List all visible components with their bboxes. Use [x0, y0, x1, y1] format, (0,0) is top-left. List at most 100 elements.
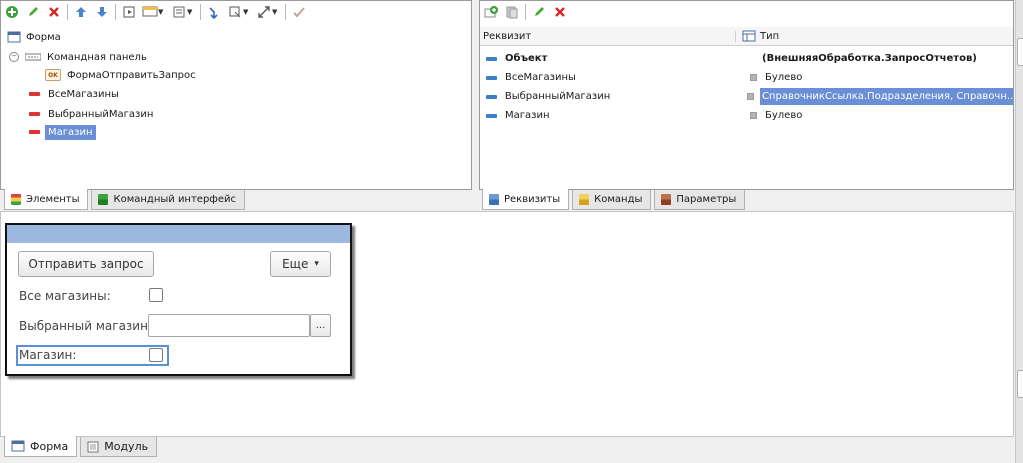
- tab-form[interactable]: Форма: [4, 436, 78, 457]
- tab-attributes[interactable]: Реквизиты: [482, 189, 570, 210]
- attribute-type: (ВнешняяОбработка.ЗапросОтчетов): [762, 53, 977, 64]
- module-icon: [87, 441, 99, 452]
- edit-icon[interactable]: [530, 3, 548, 21]
- tab-elements[interactable]: Элементы: [4, 189, 89, 210]
- bottom-tabs: Форма Модуль: [4, 436, 304, 457]
- attribute-name: Объект: [505, 53, 548, 64]
- attribute-name: ВыбранныйМагазин: [504, 91, 611, 102]
- edit-icon[interactable]: [24, 3, 42, 21]
- object-icon: [486, 56, 497, 61]
- command-interface-tab-icon: [98, 194, 109, 205]
- all-stores-checkbox[interactable]: [149, 288, 163, 302]
- elements-tree: Форма − Командная панель OK ФормаОтправи…: [1, 25, 471, 165]
- tab-module[interactable]: Модуль: [80, 437, 158, 457]
- type-icon: [750, 74, 757, 81]
- table-row[interactable]: Объект (ВнешняяОбработка.ЗапросОтчетов): [480, 49, 1013, 68]
- chevron-down-icon[interactable]: ▼: [243, 8, 250, 16]
- chevron-down-icon: ▾: [314, 259, 319, 269]
- copy-icon[interactable]: [503, 3, 521, 21]
- form-preview: Отправить запрос Еще ▾ Все магазины: Выб…: [5, 223, 352, 376]
- elements-tabs: Элементы Командный интерфейс: [4, 189, 464, 210]
- tree-item-all-stores[interactable]: ВсеМагазины: [29, 86, 119, 102]
- form-icon: [11, 440, 25, 452]
- tree-item-label: ВыбранныйМагазин: [48, 108, 154, 120]
- vertical-scrollbar[interactable]: [1015, 0, 1023, 463]
- all-stores-label: Все магазины:: [19, 289, 111, 303]
- selected-store-label: Выбранный магазин:: [19, 319, 152, 333]
- collapse-icon[interactable]: −: [9, 52, 19, 62]
- move-down-icon[interactable]: [93, 3, 111, 21]
- expand-icon[interactable]: [255, 3, 273, 21]
- delete-icon[interactable]: [551, 3, 569, 21]
- attribute-icon: [486, 113, 497, 118]
- chevron-down-icon[interactable]: ▼: [272, 8, 279, 16]
- toolbar-separator: [200, 4, 201, 20]
- toolbar-separator: [285, 4, 286, 20]
- tree-item-command-panel[interactable]: − Командная панель: [9, 49, 147, 65]
- scrollbar-thumb[interactable]: [1017, 38, 1023, 66]
- column-header-type[interactable]: Тип: [760, 31, 779, 42]
- scrollbar-thumb[interactable]: [1017, 370, 1023, 398]
- type-icon: [750, 112, 757, 119]
- tree-item-label: ВсеМагазины: [48, 88, 119, 100]
- attribute-type: Булево: [765, 72, 803, 83]
- check-icon[interactable]: [290, 3, 308, 21]
- selected-store-field[interactable]: [148, 314, 310, 337]
- chevron-down-icon[interactable]: ▼: [158, 8, 165, 16]
- tree-item-store[interactable]: Магазин: [29, 124, 96, 140]
- table-row[interactable]: Магазин Булево: [480, 106, 1013, 125]
- tree-item-send-request[interactable]: OK ФормаОтправитьЗапрос: [45, 67, 196, 83]
- grid-header: Реквизит Тип: [480, 27, 1013, 46]
- more-button[interactable]: Еще ▾: [270, 251, 331, 277]
- tree-item-selected-store[interactable]: ВыбранныйМагазин: [29, 106, 153, 122]
- toolbar-separator: [67, 4, 68, 20]
- ok-button-icon: OK: [45, 69, 61, 81]
- attributes-tabs: Реквизиты Команды Параметры: [482, 189, 1012, 210]
- send-request-button[interactable]: Отправить запрос: [18, 251, 154, 277]
- attribute-icon: [29, 130, 40, 134]
- attribute-type: Булево: [765, 110, 803, 121]
- attributes-tab-icon: [489, 193, 499, 205]
- attribute-icon: [29, 112, 40, 116]
- type-column-icon: [742, 30, 756, 42]
- table-row[interactable]: ВсеМагазины Булево: [480, 68, 1013, 87]
- attribute-name: ВсеМагазины: [505, 72, 576, 83]
- attribute-icon: [486, 94, 497, 99]
- toolbar-separator: [525, 4, 526, 20]
- form-item-icon[interactable]: [120, 3, 138, 21]
- store-checkbox[interactable]: [149, 348, 163, 362]
- move-arrow-icon[interactable]: [205, 3, 223, 21]
- attributes-grid: Реквизит Тип Объект (ВнешняяОбработка.За…: [480, 27, 1013, 189]
- elements-pane: ▼ ▼ ▼ ▼ Форма − Командная панель OK Форм…: [0, 0, 472, 190]
- attributes-pane: Реквизит Тип Объект (ВнешняяОбработка.За…: [479, 0, 1014, 190]
- elements-tab-icon: [11, 193, 21, 205]
- attribute-type: СправочникСсылка.Подразделения, Справочн…: [759, 88, 1013, 105]
- tree-item-label: ФормаОтправитьЗапрос: [67, 69, 196, 81]
- table-row[interactable]: ВыбранныйМагазин СправочникСсылка.Подраз…: [480, 87, 1013, 106]
- add-icon[interactable]: [3, 3, 21, 21]
- resize-icon[interactable]: [226, 3, 244, 21]
- attribute-icon: [486, 75, 497, 80]
- type-icon: [747, 93, 754, 100]
- command-panel-icon: [25, 53, 41, 61]
- elements-toolbar: ▼ ▼ ▼ ▼: [1, 1, 471, 23]
- column-header-attribute[interactable]: Реквизит: [480, 30, 736, 42]
- store-label: Магазин:: [19, 348, 77, 362]
- attribute-icon: [29, 92, 40, 96]
- attribute-name: Магазин: [505, 110, 550, 121]
- window-icon[interactable]: [141, 3, 159, 21]
- tab-command-interface[interactable]: Командный интерфейс: [91, 190, 245, 210]
- delete-icon[interactable]: [45, 3, 63, 21]
- parameters-tab-icon: [661, 194, 672, 205]
- tab-commands[interactable]: Команды: [572, 190, 652, 210]
- form-header: [7, 225, 350, 243]
- group-icon[interactable]: [170, 3, 188, 21]
- move-up-icon[interactable]: [72, 3, 90, 21]
- add-attribute-icon[interactable]: [482, 3, 500, 21]
- tree-item-label: Командная панель: [47, 51, 147, 63]
- tree-item-form[interactable]: Форма: [7, 29, 61, 45]
- select-button[interactable]: ...: [310, 314, 331, 337]
- tree-item-label: Магазин: [45, 124, 96, 140]
- tab-parameters[interactable]: Параметры: [654, 190, 746, 210]
- chevron-down-icon[interactable]: ▼: [187, 8, 194, 16]
